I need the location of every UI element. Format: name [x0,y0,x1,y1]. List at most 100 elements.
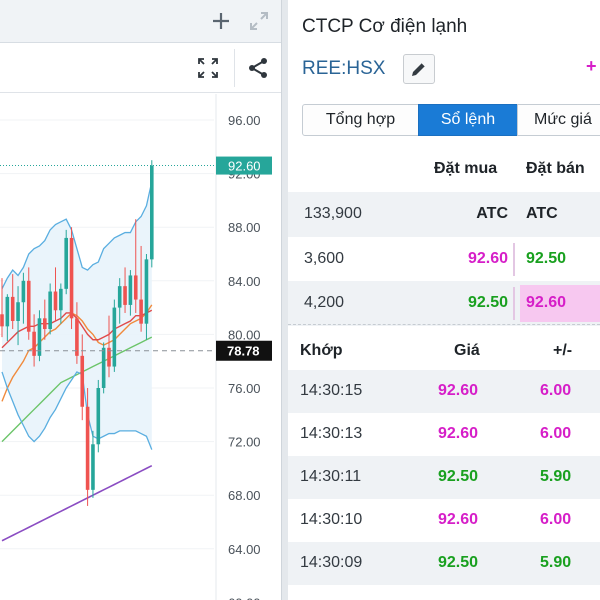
match-time: 14:30:10 [300,511,363,528]
order-volume: 133,900 [304,205,362,222]
price-tick-label: 96.00 [228,113,261,128]
candle-body [85,406,90,490]
order-book-row: 133,900 ATC ATC [288,192,600,237]
crosshair-price-label: 78.78 [227,344,260,359]
stock-symbol[interactable]: REE:HSX [302,58,385,80]
price-tick-label: 88.00 [228,220,261,235]
section-divider [288,324,600,325]
candle-body [26,280,31,332]
match-time: 14:30:09 [300,554,363,571]
change-header: +/- [553,342,573,359]
tab-summary[interactable]: Tổng hợp [302,104,419,136]
candle-body [64,237,68,289]
ask-header: Đặt bán [526,160,585,177]
price-tick-label: 84.00 [228,274,261,289]
candle-body [144,259,149,324]
stock-info-panel: CTCP Cơ điện lạnh REE:HSX + Tổng hợp Sổ … [288,0,600,600]
price-tick-label: 80.00 [228,327,261,342]
expand-diagonal-icon[interactable] [247,9,271,33]
order-volume: 3,600 [304,250,345,267]
price-header: Giá [454,342,480,359]
candle-body [101,347,106,388]
order-book-header: Đặt mua Đặt bán [288,148,600,192]
order-book-row: 4,200 92.50 92.60 [288,281,600,326]
bid-price: 92.60 [467,250,508,267]
edit-symbol-button[interactable] [403,54,435,84]
candle-body [59,288,63,311]
candle-body [80,355,85,407]
match-price: 92.50 [438,468,479,485]
bid-price: 92.50 [467,294,508,311]
match-row: 14:30:10 92.60 6.00 [288,499,600,542]
price-tick-label: 64.00 [228,542,261,557]
bid-ask-separator [513,243,515,276]
panel-splitter[interactable] [281,0,288,600]
toolbar-divider [234,49,235,87]
match-row: 14:30:13 92.60 6.00 [288,413,600,456]
time-header: Khớp [300,342,343,359]
candle-body [10,296,15,321]
candle-body [21,280,26,303]
price-tick-label: 68.00 [228,488,261,503]
bid-ask-separator [513,287,515,320]
candlestick-chart[interactable]: 96.0092.0088.0084.0080.0076.0072.0068.00… [0,94,281,600]
ma-purple-line [1,465,153,542]
candle-body [128,275,133,305]
match-time: 14:30:15 [300,382,363,399]
candle-body [53,291,58,311]
chart-toolbar [0,43,281,93]
candle-body [117,286,122,308]
match-row: 14:30:09 92.50 5.90 [288,542,600,585]
candle-body [0,314,4,327]
candle-body [32,331,36,356]
candle-body [37,318,42,356]
match-time: 14:30:13 [300,425,363,442]
bid-price: ATC [476,205,508,222]
plus-icon[interactable] [209,9,233,33]
candle-body [96,388,101,445]
candle-body [75,318,79,356]
add-watchlist-button[interactable]: + [586,56,597,77]
match-change: 6.00 [540,425,572,442]
match-time: 14:30:11 [300,468,362,485]
chart-panel: 96.0092.0088.0084.0080.0076.0072.0068.00… [0,0,281,600]
bid-header: Đặt mua [434,160,498,177]
match-price: 92.60 [438,511,479,528]
candle-body [91,444,95,490]
candle-body [150,165,154,260]
fullscreen-icon[interactable] [190,51,226,85]
tab-order-book[interactable]: Sổ lệnh [418,104,518,136]
order-volume: 4,200 [304,294,345,311]
ask-price: 92.50 [526,250,567,267]
price-tick-label: 60.00 [228,595,261,600]
candle-body [16,302,20,321]
candle-body [48,291,52,330]
price-tick-label: 76.00 [228,381,261,396]
last-price-label: 92.60 [228,159,261,174]
candle-body [5,296,10,327]
match-change: 6.00 [540,382,572,399]
match-change: 5.90 [540,554,572,571]
share-icon[interactable] [240,51,276,85]
chart-top-bar [0,0,281,43]
company-name: CTCP Cơ điện lạnh [302,16,468,37]
candle-body [139,299,143,324]
match-change: 6.00 [540,511,572,528]
candle-body [123,286,127,305]
match-row: 14:30:15 92.60 6.00 [288,370,600,413]
match-price: 92.50 [438,554,479,571]
match-row: 14:30:11 92.50 5.90 [288,456,600,499]
match-change: 5.90 [540,468,572,485]
match-price: 92.60 [438,382,479,399]
matches-header: Khớp Giá +/- [288,330,600,370]
ask-price: ATC [526,205,558,222]
pencil-icon [412,62,426,76]
candle-body [112,307,117,367]
order-book-row: 3,600 92.60 92.50 [288,237,600,282]
candle-body [43,318,47,330]
tab-price-levels[interactable]: Mức giá [517,104,600,136]
tab-bar: Tổng hợp Sổ lệnh Mức giá [302,104,600,136]
price-tick-label: 72.00 [228,435,261,450]
candle-body [69,237,74,319]
match-price: 92.60 [438,425,479,442]
